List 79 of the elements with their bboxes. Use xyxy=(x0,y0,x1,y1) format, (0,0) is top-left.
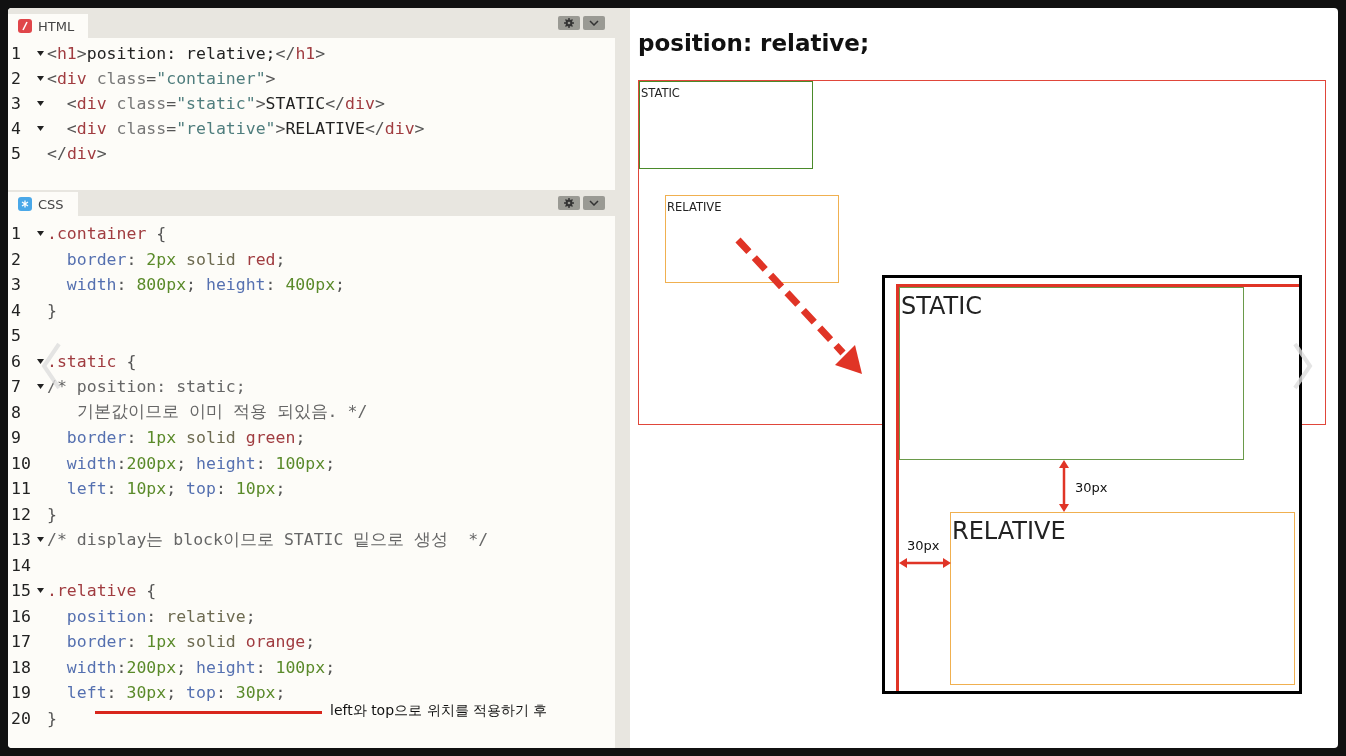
fold-arrow-icon[interactable] xyxy=(36,126,44,131)
line-number: 11 xyxy=(10,479,32,499)
settings-icon xyxy=(564,18,574,28)
code-line: border: 2px solid red; xyxy=(65,249,286,269)
line-number: 6 xyxy=(10,351,22,371)
line-number: 16 xyxy=(10,606,32,626)
line-number: 12 xyxy=(10,504,32,524)
fold-arrow-icon[interactable] xyxy=(36,588,44,594)
code-line: width:200px; height: 100px; xyxy=(65,453,336,473)
line-number: 3 xyxy=(10,275,22,295)
fold-arrow-icon[interactable] xyxy=(36,537,44,543)
line-number: 3 xyxy=(10,94,22,113)
box-label: RELATIVE xyxy=(666,199,723,214)
code-line: /* position: static; xyxy=(47,377,246,397)
line-number: 2 xyxy=(10,249,22,269)
fold-arrow-icon[interactable] xyxy=(36,384,44,390)
code-line: <div class="relative">RELATIVE</div> xyxy=(65,119,425,138)
code-line: </div> xyxy=(47,144,107,163)
code-line: <div class="static">STATIC</div> xyxy=(65,94,385,113)
line-number: 14 xyxy=(10,555,32,575)
line-number: 18 xyxy=(10,657,32,677)
chevron-down-icon xyxy=(589,20,599,26)
line-number: 13 xyxy=(10,530,32,550)
code-line: width:200px; height: 100px; xyxy=(65,657,336,677)
measure-label: 30px xyxy=(1075,480,1108,495)
line-number: 4 xyxy=(10,119,22,138)
collapse-button[interactable] xyxy=(583,16,605,30)
measure-label: 30px xyxy=(907,538,940,553)
settings-icon xyxy=(564,198,574,208)
code-line: left: 10px; top: 10px; xyxy=(65,479,286,499)
box-label: RELATIVE xyxy=(951,516,1067,545)
editor-tab[interactable]: CSS xyxy=(8,192,78,216)
line-number: 4 xyxy=(10,300,22,320)
annotation-text: left와 top으로 위치를 적용하기 후 xyxy=(330,702,548,720)
code-line: .relative { xyxy=(47,581,157,601)
double-arrow xyxy=(1058,460,1070,512)
box-label: STATIC xyxy=(900,291,984,320)
line-number: 1 xyxy=(10,224,22,244)
code-line: .static { xyxy=(47,351,137,371)
code-line: 기본값이므로 이미 적용 되있음. */ xyxy=(75,401,368,424)
code-line: border: 1px solid green; xyxy=(65,428,306,448)
collapse-button[interactable] xyxy=(583,196,605,210)
code-line: position: relative; xyxy=(65,606,256,626)
line-number: 19 xyxy=(10,683,32,703)
fold-arrow-icon[interactable] xyxy=(36,358,44,364)
fold-arrow-icon[interactable] xyxy=(36,51,44,56)
line-number: 8 xyxy=(10,402,22,422)
settings-button[interactable] xyxy=(558,16,580,30)
line-number: 7 xyxy=(10,377,22,397)
line-number: 5 xyxy=(10,326,22,346)
code-line: .container { xyxy=(47,224,167,244)
line-number: 17 xyxy=(10,632,32,652)
code-line: border: 1px solid orange; xyxy=(65,632,316,652)
code-line: } xyxy=(47,300,57,320)
line-number: 10 xyxy=(10,453,32,473)
line-number: 20 xyxy=(10,708,32,728)
code-line: /* display는 block이므로 STATIC 밑으로 생성 */ xyxy=(47,528,489,551)
line-number: 1 xyxy=(10,44,22,63)
code-line: left: 30px; top: 30px; xyxy=(65,683,286,703)
asterisk-icon xyxy=(18,197,32,211)
code-line: } xyxy=(47,504,57,524)
code-line: width: 800px; height: 400px; xyxy=(65,275,346,295)
fold-arrow-icon[interactable] xyxy=(36,76,44,81)
line-number: 15 xyxy=(10,581,32,601)
preview-heading: position: relative; xyxy=(638,30,870,56)
slash-icon xyxy=(18,19,32,33)
fold-arrow-icon[interactable] xyxy=(36,101,44,106)
code-line: <h1>position: relative;</h1> xyxy=(47,44,326,63)
fold-arrow-icon[interactable] xyxy=(36,231,44,237)
line-number: 2 xyxy=(10,69,22,88)
code-line: <div class="container"> xyxy=(47,69,276,88)
chevron-right-icon[interactable] xyxy=(1292,341,1314,391)
box-label: STATIC xyxy=(640,85,681,100)
line-number: 5 xyxy=(10,144,22,163)
editor-tab[interactable]: HTML xyxy=(8,14,89,38)
line-number: 9 xyxy=(10,428,22,448)
code-line: } xyxy=(47,708,57,728)
chevron-down-icon xyxy=(589,200,599,206)
settings-button[interactable] xyxy=(558,196,580,210)
